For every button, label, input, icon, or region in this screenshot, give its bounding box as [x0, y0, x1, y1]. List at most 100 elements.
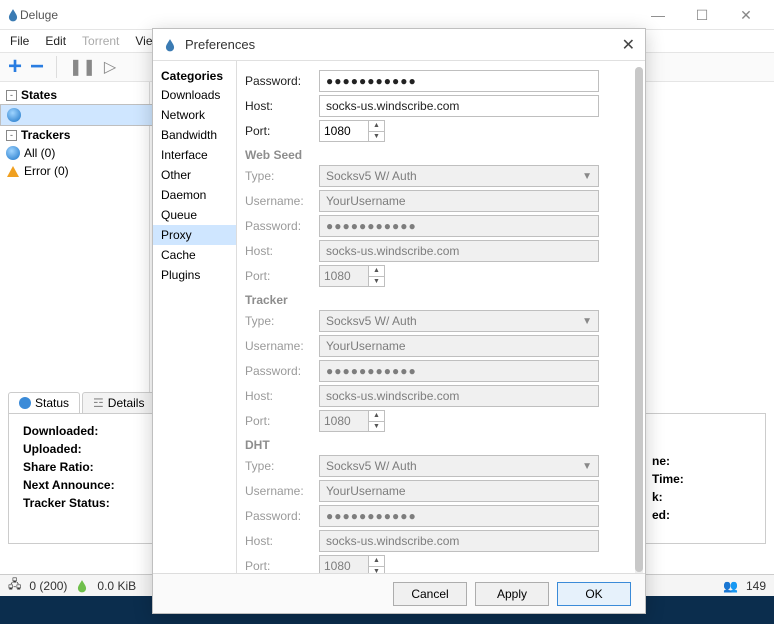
- type-label: Type:: [245, 169, 319, 183]
- type-select: Socksv5 W/ Auth ▼: [319, 310, 599, 332]
- username-field: [319, 335, 599, 357]
- category-list: Categories Downloads Network Bandwidth I…: [153, 61, 237, 573]
- peer-password-field[interactable]: [319, 70, 599, 92]
- trackers-header[interactable]: - Trackers: [0, 126, 149, 144]
- globe-icon: [6, 146, 20, 160]
- port-value: [319, 555, 369, 573]
- dialog-title: Preferences: [185, 37, 255, 52]
- password-label: Password:: [245, 219, 319, 233]
- chevron-down-icon: ▼: [582, 316, 592, 327]
- category-other[interactable]: Other: [153, 165, 236, 185]
- tab-details-label: Details: [108, 396, 145, 410]
- ok-button[interactable]: OK: [557, 582, 631, 606]
- frag-time: Time:: [652, 472, 684, 486]
- host-label: Host:: [245, 244, 319, 258]
- app-icon: [163, 38, 177, 52]
- username-field: [319, 480, 599, 502]
- password-field: [319, 215, 599, 237]
- menu-file[interactable]: File: [4, 32, 35, 50]
- categories-header: Categories: [153, 67, 236, 85]
- menu-edit[interactable]: Edit: [39, 32, 72, 50]
- trackers-label: Trackers: [21, 128, 70, 142]
- warning-icon: [7, 166, 19, 177]
- peers-icon: 👥: [723, 579, 738, 593]
- username-label: Username:: [245, 484, 319, 498]
- password-field: [319, 360, 599, 382]
- tab-details[interactable]: ☲ Details: [82, 392, 155, 413]
- port-label: Port:: [245, 559, 319, 573]
- chevron-down-icon: ▼: [369, 277, 384, 287]
- chevron-down-icon: ▼: [369, 567, 384, 573]
- scrollbar-thumb[interactable]: [635, 67, 643, 572]
- dialog-titlebar: Preferences ✕: [153, 29, 645, 61]
- add-torrent-button[interactable]: +: [8, 53, 22, 81]
- states-header[interactable]: - States: [0, 86, 149, 104]
- info-icon: [19, 397, 31, 409]
- category-plugins[interactable]: Plugins: [153, 265, 236, 285]
- menu-torrent: Torrent: [76, 32, 125, 50]
- host-label: Host:: [245, 389, 319, 403]
- peer-port-label: Port:: [245, 124, 319, 138]
- chevron-up-icon[interactable]: ▲: [369, 121, 384, 132]
- chevron-down-icon: ▼: [582, 461, 592, 472]
- chevron-down-icon: ▼: [582, 171, 592, 182]
- apply-button[interactable]: Apply: [475, 582, 549, 606]
- category-proxy[interactable]: Proxy: [153, 225, 236, 245]
- category-daemon[interactable]: Daemon: [153, 185, 236, 205]
- username-label: Username:: [245, 194, 319, 208]
- states-label: States: [21, 88, 57, 102]
- connections-value: 0 (200): [29, 579, 67, 593]
- play-icon[interactable]: ▷: [104, 57, 116, 77]
- trackers-error[interactable]: Error (0): [0, 162, 149, 180]
- chevron-up-icon: ▲: [369, 266, 384, 277]
- maximize-button[interactable]: ☐: [680, 1, 724, 29]
- frag-k: k:: [652, 490, 684, 504]
- peer-password-label: Password:: [245, 74, 319, 88]
- remove-torrent-button[interactable]: −: [30, 53, 44, 81]
- category-network[interactable]: Network: [153, 105, 236, 125]
- tab-status[interactable]: Status: [8, 392, 80, 413]
- category-downloads[interactable]: Downloads: [153, 85, 236, 105]
- sidebar: - States All (0) - Trackers All (0) Erro…: [0, 82, 150, 392]
- peer-port-value[interactable]: [319, 120, 369, 142]
- trackers-all[interactable]: All (0): [0, 144, 149, 162]
- type-value: Socksv5 W/ Auth: [326, 314, 417, 328]
- chevron-down-icon: ▼: [369, 422, 384, 432]
- category-cache[interactable]: Cache: [153, 245, 236, 265]
- type-select: Socksv5 W/ Auth▼: [319, 165, 599, 187]
- scrollbar[interactable]: [635, 67, 643, 573]
- peer-port-spinner[interactable]: ▲▼: [319, 120, 635, 142]
- close-icon[interactable]: ✕: [622, 35, 635, 55]
- chevron-down-icon[interactable]: ▼: [369, 132, 384, 142]
- type-label: Type:: [245, 459, 319, 473]
- downloaded-label: Downloaded:: [23, 424, 115, 438]
- port-value: [319, 265, 369, 287]
- peer-host-field[interactable]: [319, 95, 599, 117]
- preferences-dialog: Preferences ✕ Categories Downloads Netwo…: [152, 28, 646, 614]
- pause-icon[interactable]: ❚❚: [69, 57, 96, 77]
- expander-icon[interactable]: -: [6, 130, 17, 141]
- details-icon: ☲: [93, 396, 104, 410]
- port-spinner: ▲▼: [319, 555, 635, 573]
- cancel-button[interactable]: Cancel: [393, 582, 467, 606]
- category-bandwidth[interactable]: Bandwidth: [153, 125, 236, 145]
- toolbar-separator: [56, 56, 57, 78]
- close-button[interactable]: ✕: [724, 1, 768, 29]
- category-interface[interactable]: Interface: [153, 145, 236, 165]
- port-label: Port:: [245, 414, 319, 428]
- section-title: Tracker: [245, 293, 635, 307]
- window-title: Deluge: [20, 8, 58, 22]
- section-title: Web Seed: [245, 148, 635, 162]
- speed-value: 0.0 KiB: [97, 579, 136, 593]
- frag-ne: ne:: [652, 454, 684, 468]
- minimize-button[interactable]: —: [636, 1, 680, 29]
- expander-icon[interactable]: -: [6, 90, 17, 101]
- seed-icon: [75, 579, 89, 593]
- peer-host-label: Host:: [245, 99, 319, 113]
- port-label: Port:: [245, 269, 319, 283]
- globe-icon: [7, 108, 21, 122]
- titlebar: Deluge — ☐ ✕: [0, 0, 774, 30]
- type-label: Type:: [245, 314, 319, 328]
- proxy-form: Password: Host: Port: ▲▼ Web Seed Type:: [237, 61, 645, 573]
- category-queue[interactable]: Queue: [153, 205, 236, 225]
